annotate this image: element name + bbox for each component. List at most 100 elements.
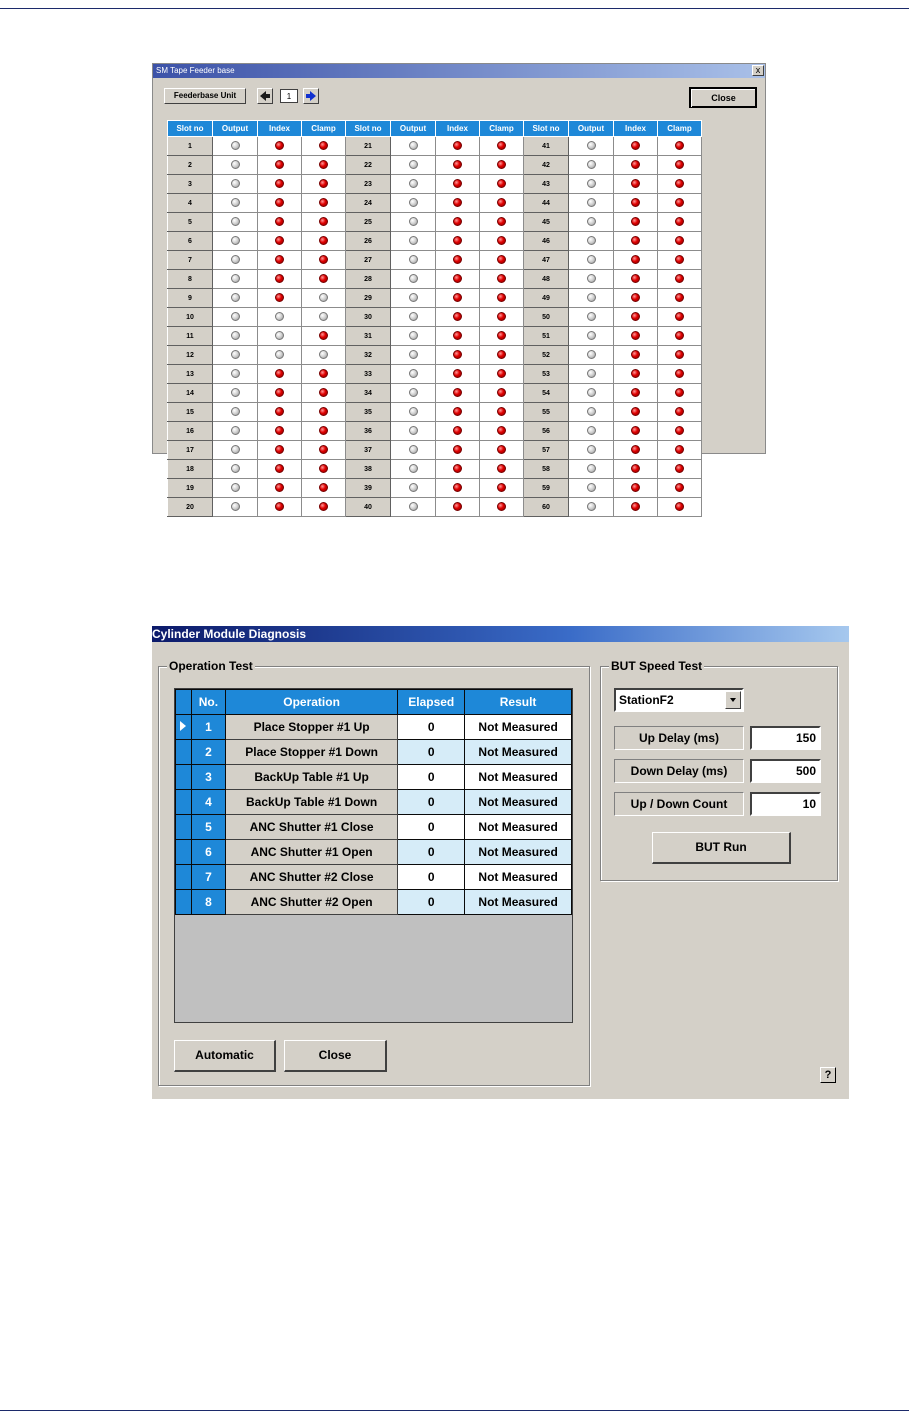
clamp-led-icon bbox=[675, 141, 684, 151]
output-led-icon bbox=[586, 388, 596, 398]
output-led-icon bbox=[230, 274, 240, 284]
slot-clamp-cell bbox=[479, 155, 524, 175]
slot-clamp-cell bbox=[657, 345, 702, 365]
table-row: 13 33 53 bbox=[167, 364, 702, 384]
result-value: Not Measured bbox=[464, 764, 572, 790]
operation-button[interactable]: ANC Shutter #1 Open bbox=[224, 839, 399, 865]
slot-clamp-cell bbox=[479, 421, 524, 441]
up-down-count-label: Up / Down Count bbox=[614, 792, 744, 816]
slot-number: 58 bbox=[523, 459, 569, 479]
slot-output-cell bbox=[212, 288, 258, 308]
slot-output-cell bbox=[568, 174, 614, 194]
slot-output-cell bbox=[568, 345, 614, 365]
output-led-icon bbox=[408, 160, 418, 170]
close-button[interactable]: Close bbox=[284, 1040, 387, 1072]
slot-index-cell bbox=[613, 155, 658, 175]
prev-unit-button[interactable] bbox=[257, 88, 273, 104]
operation-button[interactable]: ANC Shutter #1 Close bbox=[224, 814, 399, 840]
slot-number: 44 bbox=[523, 193, 569, 213]
slot-output-cell bbox=[568, 155, 614, 175]
index-led-icon bbox=[275, 293, 284, 303]
table-row: 4 24 44 bbox=[167, 193, 702, 213]
slot-output-cell bbox=[212, 307, 258, 327]
slot-output-cell bbox=[212, 269, 258, 289]
slot-clamp-cell bbox=[657, 136, 702, 156]
operation-button[interactable]: ANC Shutter #2 Close bbox=[224, 864, 399, 890]
chevron-down-icon[interactable] bbox=[725, 691, 741, 709]
output-led-icon bbox=[586, 426, 596, 436]
slot-number: 16 bbox=[167, 421, 213, 441]
slot-clamp-cell bbox=[479, 497, 524, 517]
slot-number: 20 bbox=[167, 497, 213, 517]
slot-output-cell bbox=[212, 231, 258, 251]
slot-number: 50 bbox=[523, 307, 569, 327]
table-row[interactable]: 2 Place Stopper #1 Down 0 Not Measured bbox=[175, 739, 572, 765]
table-row[interactable]: 4 BackUp Table #1 Down 0 Not Measured bbox=[175, 789, 572, 815]
slot-output-cell bbox=[568, 269, 614, 289]
slot-clamp-cell bbox=[301, 250, 346, 270]
index-led-icon bbox=[631, 331, 640, 341]
slot-clamp-cell bbox=[479, 307, 524, 327]
index-led-icon bbox=[631, 312, 640, 322]
index-led-icon bbox=[453, 464, 462, 474]
but-run-button[interactable]: BUT Run bbox=[652, 832, 791, 864]
slot-output-cell bbox=[568, 307, 614, 327]
slot-number: 42 bbox=[523, 155, 569, 175]
next-unit-button[interactable] bbox=[303, 88, 319, 104]
help-button[interactable]: ? bbox=[820, 1067, 836, 1083]
slot-number: 29 bbox=[345, 288, 391, 308]
station-select[interactable]: StationF2 bbox=[614, 688, 744, 712]
slot-clamp-cell bbox=[657, 421, 702, 441]
slot-index-cell bbox=[613, 326, 658, 346]
close-x-button[interactable]: x bbox=[752, 65, 764, 76]
slot-number: 43 bbox=[523, 174, 569, 194]
slot-index-cell bbox=[435, 212, 480, 232]
index-led-icon bbox=[453, 407, 462, 417]
table-row[interactable]: 3 BackUp Table #1 Up 0 Not Measured bbox=[175, 764, 572, 790]
automatic-button[interactable]: Automatic bbox=[174, 1040, 276, 1072]
up-delay-input[interactable]: 150 bbox=[750, 726, 821, 750]
slot-clamp-cell bbox=[479, 193, 524, 213]
clamp-led-icon bbox=[319, 160, 328, 170]
slot-clamp-cell bbox=[301, 364, 346, 384]
close-button[interactable]: Close bbox=[689, 87, 757, 108]
table-row[interactable]: 5 ANC Shutter #1 Close 0 Not Measured bbox=[175, 814, 572, 840]
operation-button[interactable]: ANC Shutter #2 Open bbox=[224, 889, 399, 915]
operation-test-label: Operation Test bbox=[167, 659, 255, 673]
table-row[interactable]: 7 ANC Shutter #2 Close 0 Not Measured bbox=[175, 864, 572, 890]
table-row[interactable]: 1 Place Stopper #1 Up 0 Not Measured bbox=[175, 714, 572, 740]
slot-number: 55 bbox=[523, 402, 569, 422]
index-led-icon bbox=[453, 483, 462, 493]
output-led-icon bbox=[586, 236, 596, 246]
operation-button[interactable]: BackUp Table #1 Down bbox=[224, 789, 399, 815]
operation-button[interactable]: Place Stopper #1 Up bbox=[224, 714, 399, 740]
down-delay-input[interactable]: 500 bbox=[750, 759, 821, 783]
up-down-count-input[interactable]: 10 bbox=[750, 792, 821, 816]
index-led-icon bbox=[453, 388, 462, 398]
output-led-icon bbox=[230, 160, 240, 170]
slot-output-cell bbox=[568, 440, 614, 460]
row-number: 5 bbox=[190, 814, 226, 840]
clamp-led-icon bbox=[319, 369, 328, 379]
index-led-icon bbox=[275, 236, 284, 246]
slot-output-cell bbox=[568, 231, 614, 251]
operation-button[interactable]: Place Stopper #1 Down bbox=[224, 739, 399, 765]
slot-number: 11 bbox=[167, 326, 213, 346]
index-led-icon bbox=[631, 160, 640, 170]
slot-number: 46 bbox=[523, 231, 569, 251]
row-number: 7 bbox=[190, 864, 226, 890]
column-header: Slot no bbox=[345, 120, 391, 137]
index-led-icon bbox=[631, 198, 640, 208]
table-row[interactable]: 6 ANC Shutter #1 Open 0 Not Measured bbox=[175, 839, 572, 865]
slot-output-cell bbox=[390, 155, 436, 175]
slot-output-cell bbox=[390, 136, 436, 156]
operation-button[interactable]: BackUp Table #1 Up bbox=[224, 764, 399, 790]
slot-output-cell bbox=[568, 212, 614, 232]
slot-status-table: Slot no Output Index Clamp Slot no Output Inde… bbox=[167, 120, 702, 517]
slot-number: 56 bbox=[523, 421, 569, 441]
output-led-icon bbox=[230, 407, 240, 417]
slot-index-cell bbox=[257, 326, 302, 346]
table-row[interactable]: 8 ANC Shutter #2 Open 0 Not Measured bbox=[175, 889, 572, 915]
clamp-led-icon bbox=[497, 160, 506, 170]
slot-index-cell bbox=[257, 174, 302, 194]
